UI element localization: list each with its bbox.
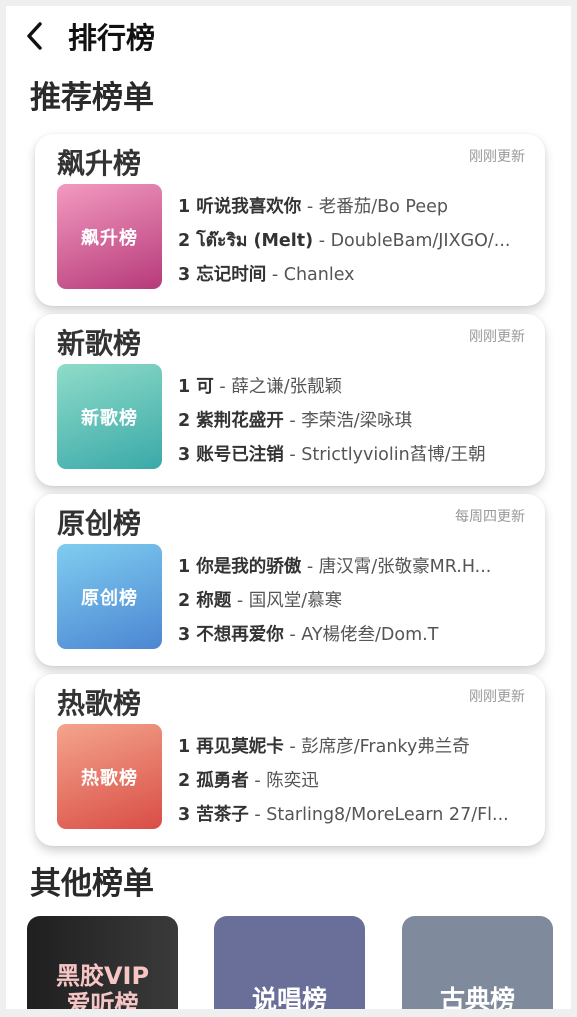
chart-card-title: 飙升榜 [57,147,142,180]
update-status: 刚刚更新 [469,149,525,165]
song-item[interactable]: 1 可 - 薛之谦/张靓颖 [178,370,528,404]
song-name: 账号已注销 [196,445,284,465]
song-artist: DoubleBam/JIXGO/... [330,231,511,251]
song-rank: 3 [178,445,191,465]
song-name: 忘记时间 [196,265,267,285]
tile-classical-chart[interactable]: 古典榜 [402,916,553,1010]
song-name: 苦茶子 [196,805,249,825]
page-title: 排行榜 [68,21,156,55]
song-artist: Chanlex [283,265,355,285]
tile-label: 说唱榜 [251,985,327,1010]
song-artist: 唐汉霄/张敬豪MR.H... [318,557,492,577]
song-artist: Starling8/MoreLearn 27/Fl... [266,805,509,825]
top-bar: 排行榜 [6,6,571,68]
song-artist: 老番茄/Bo Peep [318,197,448,217]
tile-label: 古典榜 [439,985,515,1010]
chart-cover: 热歌榜 [57,724,162,829]
tile-rap-chart[interactable]: 说唱榜 [214,916,365,1010]
chart-card-title: 原创榜 [57,507,142,540]
song-rank: 1 [178,377,191,397]
song-item[interactable]: 2 紫荆花盛开 - 李荣浩/梁咏琪 [178,404,528,438]
song-artist: 陈奕迅 [266,771,319,791]
song-item[interactable]: 1 再见莫妮卡 - 彭席彦/Franky弗兰奇 [178,730,528,764]
song-name: 不想再爱你 [196,625,284,645]
back-button[interactable] [20,20,48,52]
tile-vinyl-vip[interactable]: 黑胶VIP 爱听榜 [27,916,178,1010]
bottom-edge [0,1009,577,1017]
song-artist: 薛之谦/张靓颖 [231,377,343,397]
song-rank: 2 [178,591,191,611]
song-item[interactable]: 1 你是我的骄傲 - 唐汉霄/张敬豪MR.H... [178,550,528,584]
song-rank: 2 [178,771,191,791]
update-status: 每周四更新 [455,509,525,525]
song-rank: 1 [178,557,191,577]
song-item[interactable]: 1 听说我喜欢你 - 老番茄/Bo Peep [178,190,528,224]
song-rank: 1 [178,737,191,757]
song-artist: 彭席彦/Franky弗兰奇 [301,737,470,757]
tile-vinyl-vip-label: 黑胶VIP 爱听榜 [27,962,178,1010]
song-rank: 3 [178,805,191,825]
song-artist: 国风堂/慕寒 [248,591,343,611]
chart-cover: 原创榜 [57,544,162,649]
song-artist: 李荣浩/梁咏琪 [301,411,413,431]
chart-cover: 飙升榜 [57,184,162,289]
song-rank: 1 [178,197,191,217]
chart-cover: 新歌榜 [57,364,162,469]
chart-card-original[interactable]: 原创榜 每周四更新 原创榜 1 你是我的骄傲 - 唐汉霄/张敬豪MR.H... … [35,494,545,666]
song-artist: AY楊佬叁/Dom.T [301,625,439,645]
song-item[interactable]: 3 忘记时间 - Chanlex [178,258,528,292]
song-name: 可 [196,377,214,397]
song-item[interactable]: 3 不想再爱你 - AY楊佬叁/Dom.T [178,618,528,652]
song-name: โต๊ะริม (Melt) [196,231,314,251]
song-item[interactable]: 3 苦茶子 - Starling8/MoreLearn 27/Fl... [178,798,528,832]
app-frame: 排行榜 推荐榜单 飙升榜 刚刚更新 飙升榜 1 听说我喜欢你 - 老番茄/Bo … [6,6,571,1010]
other-charts-section-title: 其他榜单 [30,866,154,902]
song-rank: 2 [178,411,191,431]
chart-card-new-songs[interactable]: 新歌榜 刚刚更新 新歌榜 1 可 - 薛之谦/张靓颖 2 紫荆花盛开 - 李荣浩… [35,314,545,486]
tile-vip-line1: 黑胶VIP [55,962,150,990]
song-item[interactable]: 2 称题 - 国风堂/慕寒 [178,584,528,618]
update-status: 刚刚更新 [469,329,525,345]
song-rank: 3 [178,625,191,645]
song-name: 听说我喜欢你 [196,197,302,217]
song-list: 1 再见莫妮卡 - 彭席彦/Franky弗兰奇 2 孤勇者 - 陈奕迅 3 苦茶… [178,730,528,832]
song-name: 你是我的骄傲 [196,557,302,577]
song-name: 称题 [196,591,232,611]
tile-vip-line2: 爱听榜 [66,990,139,1010]
song-name: 孤勇者 [196,771,249,791]
song-item[interactable]: 3 账号已注销 - Strictlyviolin萏博/王朝 [178,438,528,472]
chart-card-hot-songs[interactable]: 热歌榜 刚刚更新 热歌榜 1 再见莫妮卡 - 彭席彦/Franky弗兰奇 2 孤… [35,674,545,846]
chart-card-title: 热歌榜 [57,687,142,720]
song-rank: 3 [178,265,191,285]
chart-card-soaring[interactable]: 飙升榜 刚刚更新 飙升榜 1 听说我喜欢你 - 老番茄/Bo Peep 2 โต… [35,134,545,306]
chart-card-title: 新歌榜 [57,327,142,360]
song-rank: 2 [178,231,191,251]
song-list: 1 听说我喜欢你 - 老番茄/Bo Peep 2 โต๊ะริม (Melt) … [178,190,528,292]
song-item[interactable]: 2 โต๊ะริม (Melt) - DoubleBam/JIXGO/... [178,224,528,258]
song-artist: Strictlyviolin萏博/王朝 [301,445,486,465]
other-charts-row: 黑胶VIP 爱听榜 说唱榜 古典榜 [6,916,571,1010]
song-name: 紫荆花盛开 [196,411,284,431]
song-name: 再见莫妮卡 [196,737,284,757]
song-list: 1 可 - 薛之谦/张靓颖 2 紫荆花盛开 - 李荣浩/梁咏琪 3 账号已注销 … [178,370,528,472]
song-list: 1 你是我的骄傲 - 唐汉霄/张敬豪MR.H... 2 称题 - 国风堂/慕寒 … [178,550,528,652]
back-arrow-icon [27,22,42,50]
update-status: 刚刚更新 [469,689,525,705]
song-item[interactable]: 2 孤勇者 - 陈奕迅 [178,764,528,798]
recommended-section-title: 推荐榜单 [30,80,154,116]
